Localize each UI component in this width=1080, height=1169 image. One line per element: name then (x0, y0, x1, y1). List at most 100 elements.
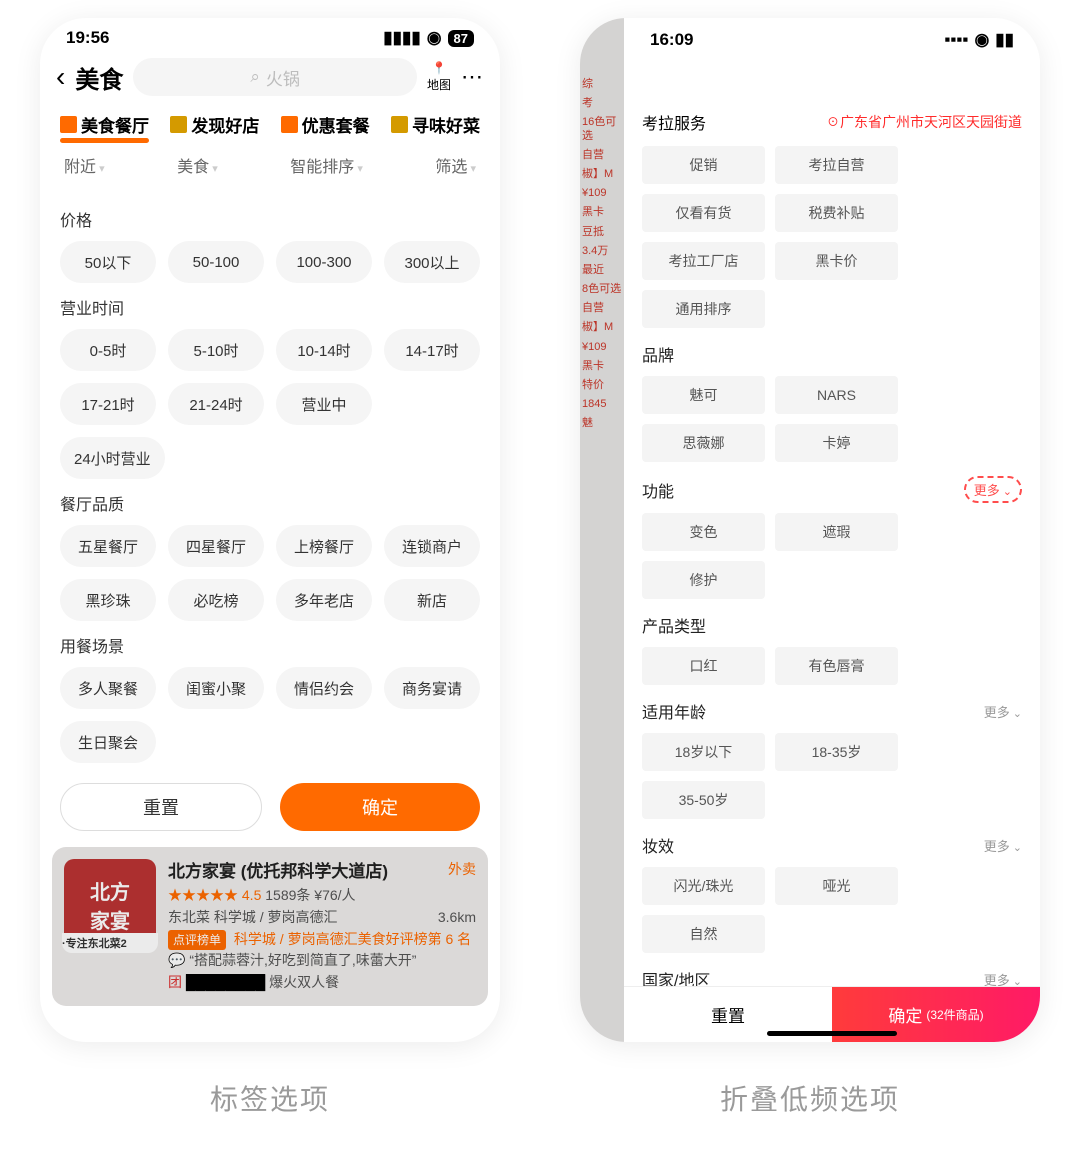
filter-chip[interactable]: 五星餐厅 (60, 525, 156, 567)
background-fragment: ¥109 (582, 341, 622, 354)
filter-chip[interactable]: 35-50岁 (642, 781, 765, 819)
filter-chip[interactable]: 300以上 (384, 241, 480, 283)
filter-chip[interactable]: 多年老店 (276, 579, 372, 621)
background-fragment: 特价 (582, 379, 622, 392)
tab-icon (391, 116, 408, 133)
filter-chip[interactable]: 5-10时 (168, 329, 264, 371)
drawer-scroll[interactable]: 促销考拉自营仅看有货税费补贴考拉工厂店黑卡价通用排序品牌魅可NARS思薇娜卡婷功… (624, 146, 1040, 986)
sort-dropdown[interactable]: 筛选 (435, 153, 476, 177)
filter-drawer: 16:09 ▪▪▪▪ ◉ ▮▮ 考拉服务 广东省广州市天河区天园街道 促销考拉自… (624, 18, 1040, 1042)
filter-chip[interactable]: 有色唇膏 (775, 647, 898, 685)
back-icon[interactable]: ‹ (56, 61, 65, 93)
confirm-button[interactable]: 确定 (280, 783, 480, 831)
background-fragment: 自营 (582, 149, 622, 162)
reset-button[interactable]: 重置 (60, 783, 262, 831)
filter-chip[interactable]: 10-14时 (276, 329, 372, 371)
filter-chip[interactable]: 口红 (642, 647, 765, 685)
result-thumbnail: 北方 家宴 ·专注东北菜2 (64, 859, 156, 951)
filter-chip[interactable]: 必吃榜 (168, 579, 264, 621)
filter-group-header: 品牌 (642, 342, 1022, 366)
location-label[interactable]: 广东省广州市天河区天园街道 (826, 112, 1022, 132)
filter-group-title: 品牌 (642, 342, 674, 366)
map-button[interactable]: 📍 地图 (427, 61, 451, 93)
filter-chip[interactable]: 14-17时 (384, 329, 480, 371)
filter-chip[interactable]: 18岁以下 (642, 733, 765, 771)
filter-group-title: 国家/地区 (642, 967, 710, 986)
category-tab[interactable]: 发现好店 (170, 112, 259, 137)
filter-chip[interactable]: 税费补贴 (775, 194, 898, 232)
filter-chip[interactable]: 新店 (384, 579, 480, 621)
filter-chip[interactable]: 情侣约会 (276, 667, 372, 709)
filter-chip[interactable]: 24小时营业 (60, 437, 165, 479)
more-toggle[interactable]: 更多 (984, 702, 1022, 721)
filter-chip[interactable]: 连锁商户 (384, 525, 480, 567)
filter-chip[interactable]: 0-5时 (60, 329, 156, 371)
result-distance: 3.6km (438, 907, 476, 929)
filter-chip[interactable]: 100-300 (276, 241, 372, 283)
background-fragment: 3.4万 (582, 245, 622, 258)
filter-chip[interactable]: 17-21时 (60, 383, 156, 425)
filter-chip[interactable]: 通用排序 (642, 290, 765, 328)
category-tab[interactable]: 寻味好菜 (391, 112, 480, 137)
more-toggle[interactable]: 更多 (984, 970, 1022, 987)
status-icons: ▪▪▪▪ ◉ ▮▮ (944, 30, 1014, 50)
background-fragment: 椒】M (582, 168, 622, 181)
confirm-count: (32件商品) (926, 1006, 983, 1023)
category-tab[interactable]: 美食餐厅 (60, 112, 149, 137)
review-count: 1589条 (265, 887, 310, 903)
chip-row: 变色遮瑕修护 (642, 513, 1022, 599)
filter-chip[interactable]: 遮瑕 (775, 513, 898, 551)
filter-chip[interactable]: 修护 (642, 561, 765, 599)
filter-chip[interactable]: 50以下 (60, 241, 156, 283)
sort-dropdown[interactable]: 美食 (177, 153, 218, 177)
filter-chip[interactable]: 上榜餐厅 (276, 525, 372, 567)
more-toggle[interactable]: 更多 (964, 476, 1022, 503)
filter-chip[interactable]: 卡婷 (775, 424, 898, 462)
filter-chip[interactable]: 50-100 (168, 241, 264, 283)
status-bar: 16:09 ▪▪▪▪ ◉ ▮▮ (624, 18, 1040, 54)
filter-chip[interactable]: 21-24时 (168, 383, 264, 425)
search-input[interactable]: ⌕ 火锅 (133, 58, 417, 96)
tab-label: 优惠套餐 (302, 112, 370, 137)
filter-chip[interactable]: 闪光/珠光 (642, 867, 765, 905)
filter-chip[interactable]: 闺蜜小聚 (168, 667, 264, 709)
sort-dropdown[interactable]: 附近 (64, 153, 105, 177)
filter-chip[interactable]: NARS (775, 376, 898, 414)
filter-chip[interactable]: 多人聚餐 (60, 667, 156, 709)
more-toggle[interactable]: 更多 (984, 836, 1022, 855)
filter-group-title: 价格 (60, 207, 480, 231)
filter-chip[interactable]: 考拉工厂店 (642, 242, 765, 280)
filter-chip[interactable]: 商务宴请 (384, 667, 480, 709)
filter-chip[interactable]: 魅可 (642, 376, 765, 414)
filter-chip[interactable]: 18-35岁 (775, 733, 898, 771)
confirm-label: 确定 (888, 1002, 922, 1027)
page-title: 美食 (75, 60, 123, 95)
chip-row: 闪光/珠光哑光自然 (642, 867, 1022, 953)
filter-chip[interactable]: 自然 (642, 915, 765, 953)
filter-chip[interactable]: 变色 (642, 513, 765, 551)
more-icon[interactable]: ⋯ (461, 64, 484, 90)
filter-group-header: 妆效 更多 (642, 833, 1022, 857)
status-time: 19:56 (66, 28, 109, 48)
filter-chip[interactable]: 思薇娜 (642, 424, 765, 462)
filter-chip[interactable]: 营业中 (276, 383, 372, 425)
filter-chip[interactable]: 黑卡价 (775, 242, 898, 280)
background-fragment: 考 (582, 97, 622, 110)
filter-chip[interactable]: 生日聚会 (60, 721, 156, 763)
background-fragment: 豆抵 (582, 226, 622, 239)
filter-chip[interactable]: 黑珍珠 (60, 579, 156, 621)
drawer-title: 考拉服务 (642, 110, 706, 134)
filter-chip[interactable]: 四星餐厅 (168, 525, 264, 567)
filter-chip[interactable]: 促销 (642, 146, 765, 184)
filter-chip[interactable]: 考拉自营 (775, 146, 898, 184)
category-tabs: 美食餐厅发现好店 优惠套餐寻味好菜 (40, 102, 500, 141)
background-fragment: 黑卡 (582, 360, 622, 373)
filter-group-title: 产品类型 (642, 613, 706, 637)
filter-chip[interactable]: 哑光 (775, 867, 898, 905)
filter-group-title: 妆效 (642, 833, 674, 857)
result-card[interactable]: 北方 家宴 ·专注东北菜2 北方家宴 (优托邦科学大道店) 外卖 ★★★★★ 4… (52, 847, 488, 1006)
sort-dropdown[interactable]: 智能排序 (290, 153, 363, 177)
signal-icon: ▪▪▪▪ (944, 30, 968, 50)
category-tab[interactable]: 优惠套餐 (281, 112, 370, 137)
filter-chip[interactable]: 仅看有货 (642, 194, 765, 232)
